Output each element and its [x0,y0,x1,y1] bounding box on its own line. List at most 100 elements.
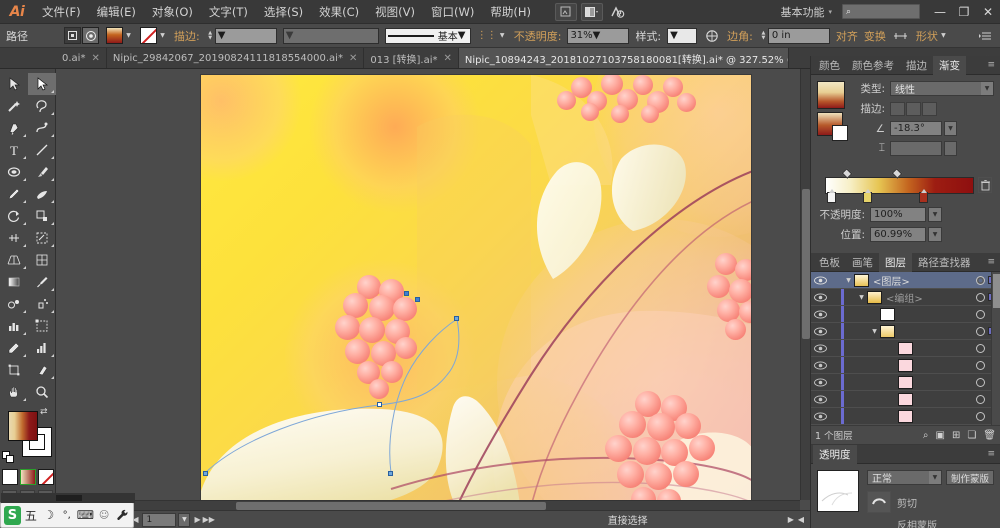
stroke-color-swatch[interactable] [140,27,157,44]
gradient-stop-1[interactable] [863,189,872,203]
menu-edit[interactable]: 编辑(E) [89,0,144,24]
panel-menu-icon[interactable]: ≡ [987,257,1000,267]
page-caret-icon[interactable]: ▼ [178,512,191,527]
swap-fill-stroke-icon[interactable]: ⇄ [40,407,52,419]
selection-tool[interactable] [0,73,28,95]
create-new-layer-button[interactable]: ❏ [967,430,976,441]
make-mask-button[interactable]: 制作蒙版 [945,470,994,485]
minimize-button[interactable]: — [928,0,952,24]
layer-visibility-icon[interactable] [811,292,829,302]
blend-tool[interactable] [0,293,28,315]
stroke-gradient-across-button[interactable] [922,101,937,116]
fill-swatch-gradient[interactable] [8,411,38,441]
shape-builder-tool[interactable] [28,227,56,249]
menu-file[interactable]: 文件(F) [34,0,89,24]
tab-stroke[interactable]: 描边 [900,56,933,75]
stroke-dropdown-caret-icon[interactable]: ▼ [157,27,168,44]
layer-visibility-icon[interactable] [811,377,829,387]
chevron-down-icon[interactable]: ▼ [928,471,941,484]
table-row[interactable] [811,357,1000,374]
status-tool-label[interactable]: 直接选择 [608,512,648,527]
delete-stop-icon[interactable] [978,177,992,193]
menu-object[interactable]: 对象(O) [144,0,201,24]
menu-view[interactable]: 视图(V) [367,0,423,24]
ime-toolbar[interactable]: S 五 ☽ °, ⌨ ☺ [0,493,135,528]
canvas-horizontal-scrollbar[interactable] [56,500,800,510]
gradient-stop-2[interactable] [919,189,928,203]
isolate-icon[interactable] [82,27,99,44]
adobe-stock-icon[interactable] [607,3,629,21]
opacity-field[interactable]: 31% ▼ [567,27,630,44]
tab-transparency[interactable]: 透明度 [813,444,857,464]
chevron-down-icon[interactable]: ▼ [856,294,867,301]
close-tab-icon[interactable]: ✕ [349,53,357,64]
layer-name[interactable]: <图层> [873,273,910,288]
eyedropper-tool[interactable] [28,271,56,293]
layer-visibility-icon[interactable] [811,309,829,319]
column-graph-tool[interactable] [0,315,28,337]
layer-target-circle[interactable] [976,343,985,353]
color-mode-button[interactable] [1,469,18,485]
slice-tool[interactable] [0,337,28,359]
paintbrush-tool[interactable] [28,161,56,183]
shape-label[interactable]: 形状 [916,28,938,44]
ime-chinese-mode-button[interactable]: 五 [23,506,39,525]
ellipse-tool[interactable] [0,161,28,183]
gradient-preview-swatch[interactable] [817,81,845,109]
gradient-aspect-field[interactable] [890,141,942,156]
select-similar-button[interactable] [64,27,81,44]
maximize-button[interactable]: ❐ [952,0,976,24]
gradient-tool[interactable] [0,271,28,293]
type-tool[interactable]: T [0,139,28,161]
mask-thumbnail[interactable] [867,491,891,513]
scrollbar-thumb[interactable] [236,502,546,510]
layer-target-circle[interactable] [976,360,985,370]
brush-definition-field[interactable]: 基本 ▼ [384,27,471,44]
gradient-aspect-caret-icon[interactable] [944,141,957,156]
search-input[interactable]: ⌕ [842,4,920,19]
eraser-tool[interactable] [28,359,56,381]
menu-window[interactable]: 窗口(W) [423,0,482,24]
stroke-weight-caret-icon[interactable]: ▼ [218,30,226,41]
last-page-icon[interactable]: ▶▶ [203,515,215,524]
layer-target-circle[interactable] [976,275,985,285]
direct-selection-tool[interactable] [28,73,56,95]
free-transform-tool[interactable] [0,359,28,381]
opacity-label[interactable]: 不透明度: [514,28,562,44]
stroke-profile-caret-icon[interactable]: ▼ [286,30,294,41]
path-anchor-point[interactable] [203,471,208,476]
close-tab-icon[interactable]: ✕ [444,53,452,64]
opacity-caret-icon[interactable]: ▼ [593,30,601,41]
page-number-field[interactable]: 1 [142,512,177,527]
artboard[interactable] [200,74,752,500]
gradient-location-field[interactable]: 60.99% [870,227,926,242]
layer-visibility-icon[interactable] [811,343,829,353]
fill-dropdown-caret-icon[interactable]: ▼ [123,27,134,44]
status-dropdown[interactable]: ▶ ◀ [788,515,810,524]
blend-mode-select[interactable]: 正常 ▼ [867,470,942,485]
layer-target-circle[interactable] [976,377,985,387]
tab-color-guide[interactable]: 颜色参考 [846,56,900,75]
tab-brushes[interactable]: 画笔 [846,253,879,272]
table-row[interactable] [811,391,1000,408]
table-row[interactable]: ▼ [811,323,1000,340]
fill-color-swatch[interactable] [106,27,123,44]
layer-target-circle[interactable] [976,394,985,404]
recolor-artwork-icon[interactable] [703,27,720,44]
panel-menu-icon[interactable] [979,31,1000,41]
align-button[interactable]: 对齐 [836,28,858,44]
mesh-tool[interactable] [28,249,56,271]
rotate-tool[interactable] [0,205,28,227]
workspace-switcher[interactable]: 基本功能 [776,4,828,20]
chevron-down-icon[interactable]: ▼ [843,277,854,284]
magic-wand-tool[interactable] [0,95,28,117]
document-tab-0[interactable]: 0.ai* ✕ [56,48,107,68]
style-caret-icon[interactable]: ▼ [670,30,678,41]
ime-moon-button[interactable]: ☽ [41,506,57,525]
layer-visibility-icon[interactable] [811,326,829,336]
corner-field[interactable]: 0 in [767,27,830,44]
invert-mask-label[interactable]: 反相蒙版 [897,517,937,528]
canvas-area[interactable] [56,69,810,510]
gradient-angle-field[interactable]: -18.3° [890,121,942,136]
line-segment-tool[interactable] [28,139,56,161]
